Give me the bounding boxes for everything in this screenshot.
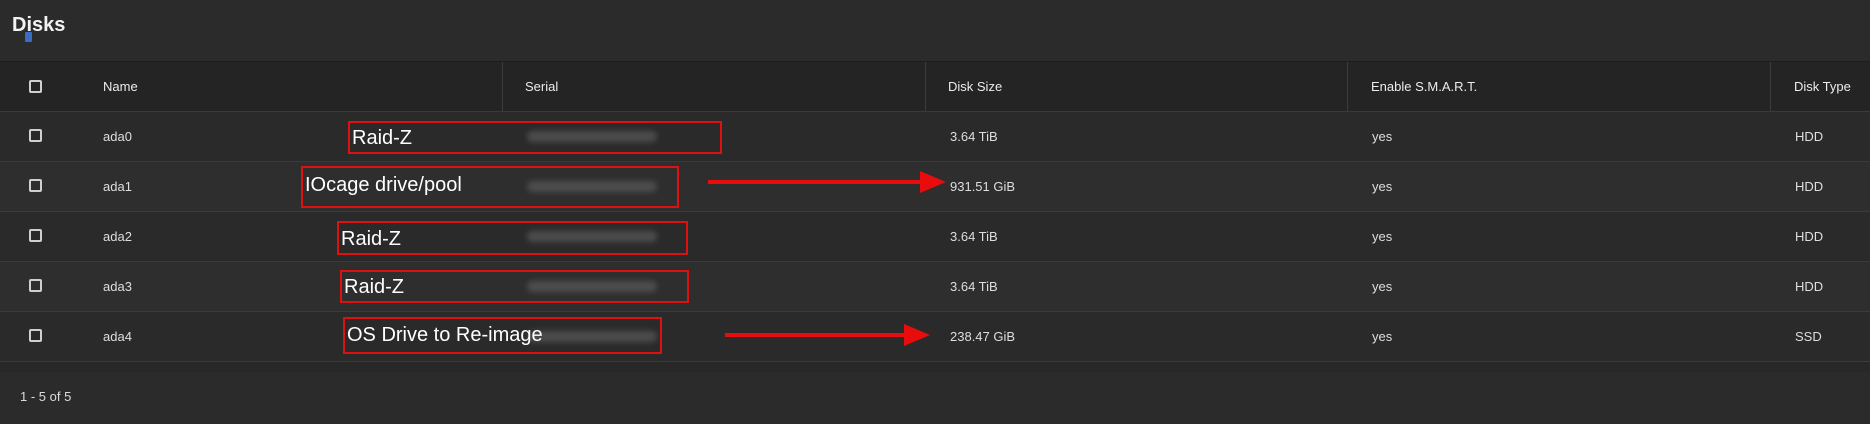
smart-enabled: yes	[1372, 329, 1393, 344]
disk-name: ada1	[103, 179, 132, 194]
disk-name: ada2	[103, 229, 132, 244]
column-divider[interactable]	[1347, 62, 1348, 111]
column-header-disk-type[interactable]: Disk Type	[1794, 62, 1851, 111]
table-body: ada0 3.64 TiB yes HDD ada1 931.51 GiB ye…	[0, 112, 1870, 362]
table-header: Name Serial Disk Size Enable S.M.A.R.T. …	[0, 62, 1870, 112]
table-row[interactable]: ada3 3.64 TiB yes HDD	[0, 262, 1870, 312]
annotation-label: Raid-Z	[341, 228, 402, 250]
row-checkbox[interactable]	[29, 279, 42, 292]
annotation-arrow-shaft	[708, 180, 928, 184]
page-title: Disks	[12, 14, 66, 36]
column-header-disk-size[interactable]: Disk Size	[948, 62, 1002, 111]
smart-enabled: yes	[1372, 279, 1393, 294]
smart-enabled: yes	[1372, 229, 1393, 244]
disk-type: HDD	[1795, 179, 1824, 194]
column-divider[interactable]	[502, 62, 503, 111]
table-row[interactable]: ada2 3.64 TiB yes HDD	[0, 212, 1870, 262]
disk-type: HDD	[1795, 279, 1824, 294]
annotation-box: Raid-Z	[340, 270, 689, 303]
disk-name: ada4	[103, 329, 132, 344]
column-header-serial[interactable]: Serial	[525, 62, 558, 111]
page-header: Disks	[0, 0, 1870, 62]
column-divider[interactable]	[925, 62, 926, 111]
smart-enabled: yes	[1372, 179, 1393, 194]
smart-enabled: yes	[1372, 129, 1393, 144]
disk-size: 3.64 TiB	[950, 279, 998, 294]
disk-size: 3.64 TiB	[950, 129, 998, 144]
row-checkbox[interactable]	[29, 179, 42, 192]
table-footer: 1 - 5 of 5	[0, 372, 1870, 424]
disk-size: 3.64 TiB	[950, 229, 998, 244]
disk-name: ada3	[103, 279, 132, 294]
text-cursor-icon	[25, 32, 32, 42]
disk-type: HDD	[1795, 229, 1824, 244]
annotation-arrow-head-icon	[904, 324, 930, 346]
disk-size: 238.47 GiB	[950, 329, 1016, 344]
pagination-label: 1 - 5 of 5	[20, 389, 72, 404]
table-row[interactable]: ada0 3.64 TiB yes HDD	[0, 112, 1870, 162]
annotation-label: Raid-Z	[352, 127, 413, 149]
row-checkbox[interactable]	[29, 229, 42, 242]
table-row[interactable]: ada4 238.47 GiB yes SSD	[0, 312, 1870, 362]
disk-type: HDD	[1795, 129, 1824, 144]
column-divider[interactable]	[1770, 62, 1771, 111]
disk-type: SSD	[1795, 329, 1822, 344]
disk-name: ada0	[103, 129, 132, 144]
disks-table: Name Serial Disk Size Enable S.M.A.R.T. …	[0, 62, 1870, 362]
annotation-box: OS Drive to Re-image	[343, 317, 662, 354]
annotation-arrow-head-icon	[920, 171, 946, 193]
column-header-name[interactable]: Name	[103, 62, 138, 111]
column-header-smart[interactable]: Enable S.M.A.R.T.	[1371, 62, 1477, 111]
annotation-box: Raid-Z	[348, 121, 722, 154]
annotation-arrow-shaft	[725, 333, 925, 337]
row-checkbox[interactable]	[29, 129, 42, 142]
annotation-box: Raid-Z	[337, 221, 688, 255]
annotation-label: IOcage drive/pool	[305, 174, 462, 196]
select-all-checkbox[interactable]	[29, 80, 42, 93]
annotation-label: OS Drive to Re-image	[347, 324, 543, 346]
annotation-label: Raid-Z	[344, 276, 405, 298]
row-checkbox[interactable]	[29, 329, 42, 342]
disk-size: 931.51 GiB	[950, 179, 1016, 194]
annotation-box: IOcage drive/pool	[301, 166, 679, 208]
